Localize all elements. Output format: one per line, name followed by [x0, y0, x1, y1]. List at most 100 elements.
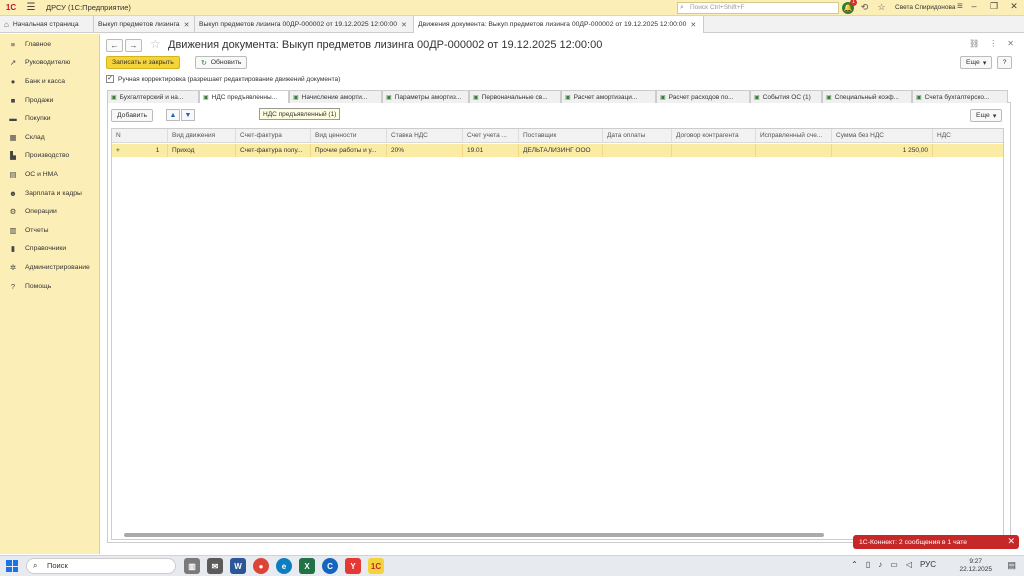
history-icon[interactable]: ⟲: [858, 1, 871, 14]
mic-icon[interactable]: ♪: [878, 560, 882, 569]
table-cell[interactable]: [933, 144, 1003, 157]
column-header[interactable]: Счет-фактура: [236, 129, 311, 143]
sidebar-item-operations[interactable]: ⚙ Операции: [0, 202, 99, 221]
tab-accounting-accounts[interactable]: ▣ Счета бухгалтерско...: [912, 90, 1008, 103]
move-down-button[interactable]: ▼: [181, 109, 195, 121]
sidebar-item-help[interactable]: ? Помощь: [0, 277, 99, 296]
action-center-icon[interactable]: ▤: [1007, 560, 1016, 571]
tab-leasing-doc[interactable]: Выкуп предметов лизинга 00ДР-000002 от 1…: [195, 16, 414, 33]
column-header[interactable]: N: [112, 129, 168, 143]
add-button[interactable]: Добавить: [111, 109, 154, 122]
table-cell[interactable]: [672, 144, 756, 157]
sidebar-item-assets[interactable]: ▤ ОС и НМА: [0, 165, 99, 184]
close-notification-icon[interactable]: ✕: [1007, 536, 1015, 547]
checkbox-checked-icon[interactable]: ✓: [106, 75, 114, 83]
sidebar-item-production[interactable]: ▙ Производство: [0, 147, 99, 166]
forward-button[interactable]: →: [125, 39, 142, 52]
column-header[interactable]: Исправленный сче...: [756, 129, 832, 143]
column-header[interactable]: Счет учета ...: [463, 129, 519, 143]
tab-leasing-list[interactable]: Выкуп предметов лизинга ✕: [94, 16, 195, 33]
sidebar-item-warehouse[interactable]: ▦ Склад: [0, 128, 99, 147]
favorites-star-icon[interactable]: ☆: [875, 1, 888, 14]
tab-special-coef[interactable]: ▣ Специальный коэф...: [822, 90, 912, 103]
sidebar-item-bank[interactable]: ● Банк и касса: [0, 72, 99, 91]
more-actions-icon[interactable]: ⋮: [989, 39, 997, 48]
sidebar-item-reports[interactable]: ▥ Отчеты: [0, 221, 99, 240]
column-header[interactable]: Ставка НДС: [387, 129, 463, 143]
tab-vat-presented[interactable]: ▣ НДС предъявленны...: [199, 90, 289, 103]
save-and-close-button[interactable]: Записать и закрыть: [106, 56, 180, 69]
network-icon[interactable]: ▭: [890, 560, 898, 569]
move-up-button[interactable]: ▲: [166, 109, 180, 121]
language-indicator[interactable]: РУС: [920, 560, 936, 569]
main-menu-icon[interactable]: ☰: [22, 2, 40, 13]
global-search-input[interactable]: ⌕ Поиск Ctrl+Shift+F: [677, 2, 839, 14]
sidebar-item-sales[interactable]: ■ Продажи: [0, 91, 99, 110]
minimize-icon[interactable]: –: [968, 1, 980, 12]
column-header[interactable]: Вид движения: [168, 129, 236, 143]
task-view-icon[interactable]: ▥: [184, 558, 200, 574]
teamviewer-app-icon[interactable]: C: [322, 558, 338, 574]
table-cell[interactable]: 19.01: [463, 144, 519, 157]
scrollbar-thumb[interactable]: [124, 533, 824, 537]
column-header[interactable]: Сумма без НДС: [832, 129, 933, 143]
sidebar-item-salary[interactable]: ☻ Зарплата и кадры: [0, 184, 99, 203]
word-app-icon[interactable]: W: [230, 558, 246, 574]
restore-icon[interactable]: ❐: [988, 1, 1000, 12]
sidebar-item-main[interactable]: ≡ Главное: [0, 35, 99, 54]
edge-app-icon[interactable]: e: [276, 558, 292, 574]
refresh-button[interactable]: ↻ Обновить: [195, 56, 248, 69]
tab-depreciation-params[interactable]: ▣ Параметры амортиз...: [382, 90, 469, 103]
column-header[interactable]: Вид ценности: [311, 129, 387, 143]
volume-icon[interactable]: ◁: [906, 560, 912, 569]
close-tab-icon[interactable]: ✕: [184, 21, 190, 29]
column-header[interactable]: Договор контрагента: [672, 129, 756, 143]
tab-doc-movements[interactable]: Движения документа: Выкуп предметов лизи…: [414, 16, 704, 33]
table-cell[interactable]: 1 250,00: [832, 144, 933, 157]
tab-accounting[interactable]: ▣ Бухгалтерский и на...: [107, 90, 199, 103]
taskbar-search-input[interactable]: ⌕ Поиск: [26, 558, 176, 574]
table-cell[interactable]: Приход: [168, 144, 236, 157]
column-header[interactable]: НДС: [933, 129, 1003, 143]
connect-notification[interactable]: 1С-Коннект: 2 сообщения в 1 чате ✕: [853, 535, 1019, 549]
1c-app-icon[interactable]: 1С: [368, 558, 384, 574]
tab-home[interactable]: ⌂ Начальная страница: [0, 16, 94, 33]
more-button[interactable]: Еще ▾: [960, 56, 993, 69]
tab-depreciation-calc[interactable]: ▣ Расчет амортизаци...: [561, 90, 656, 103]
tab-expense-calc[interactable]: ▣ Расчет расходов по...: [656, 90, 750, 103]
sidebar-item-admin[interactable]: ✲ Администрирование: [0, 258, 99, 277]
back-button[interactable]: ←: [106, 39, 123, 52]
table-cell[interactable]: ДЕЛЬТАЛИЗИНГ ООО: [519, 144, 603, 157]
start-windows-icon[interactable]: [6, 560, 18, 572]
column-header[interactable]: Дата оплаты: [603, 129, 672, 143]
table-row[interactable]: +1 Приход Счет-фактура полу... Прочие ра…: [112, 144, 1003, 157]
sidebar-item-purchases[interactable]: ▬ Покупки: [0, 109, 99, 128]
column-header[interactable]: Поставщик: [519, 129, 603, 143]
link-icon[interactable]: ⛓: [969, 39, 979, 48]
table-cell[interactable]: 20%: [387, 144, 463, 157]
table-cell[interactable]: [603, 144, 672, 157]
favorite-star-icon[interactable]: ☆: [150, 37, 161, 51]
notifications-bell-icon[interactable]: 🔔 1: [842, 0, 857, 14]
table-cell[interactable]: [756, 144, 832, 157]
battery-icon[interactable]: ▯: [866, 560, 870, 569]
settings-menu-icon[interactable]: ≡: [957, 1, 963, 12]
user-name[interactable]: Света Спиридонова: [895, 4, 956, 11]
close-window-icon[interactable]: ✕: [1008, 1, 1020, 12]
tab-initial-info[interactable]: ▣ Первоначальные св...: [469, 90, 561, 103]
help-button[interactable]: ?: [997, 56, 1012, 69]
close-tab-icon[interactable]: ✕: [690, 21, 696, 29]
table-cell[interactable]: Прочие работы и у...: [311, 144, 387, 157]
table-more-button[interactable]: Еще ▾: [970, 109, 1003, 122]
close-form-icon[interactable]: ✕: [1007, 39, 1014, 48]
tab-depreciation-accrual[interactable]: ▣ Начисление аморти...: [289, 90, 382, 103]
excel-app-icon[interactable]: X: [299, 558, 315, 574]
sidebar-item-manager[interactable]: ↗ Руководителю: [0, 54, 99, 73]
manual-adjust-checkbox[interactable]: ✓ Ручная корректировка (разрешает редакт…: [106, 75, 340, 83]
table-cell[interactable]: Счет-фактура полу...: [236, 144, 311, 157]
clock[interactable]: 9:27 22.12.2025: [959, 558, 992, 574]
mail-app-icon[interactable]: ✉: [207, 558, 223, 574]
yandex-app-icon[interactable]: Y: [345, 558, 361, 574]
tab-asset-events[interactable]: ▣ События ОС (1): [750, 90, 822, 103]
close-tab-icon[interactable]: ✕: [401, 21, 407, 29]
